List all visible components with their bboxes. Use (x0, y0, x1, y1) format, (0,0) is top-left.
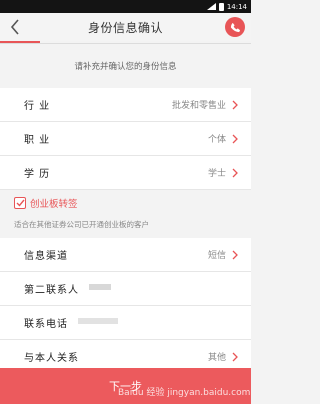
education-label: 学 历 (24, 169, 51, 180)
industry-value: 批发和零售业 (171, 101, 226, 111)
gem-transfer-option[interactable]: 创业板转签 (0, 190, 251, 216)
chevron-right-icon (232, 100, 238, 109)
occupation-label: 职 业 (24, 135, 51, 146)
contact-phone-row[interactable]: 联系电话 (0, 306, 251, 340)
education-value: 学士 (207, 169, 226, 179)
info-channel-label: 信息渠道 (24, 251, 68, 262)
relationship-value: 其他 (207, 353, 226, 363)
gem-transfer-note: 适合在其他证券公司已开通创业板的客户 (14, 220, 149, 229)
contact-phone-field[interactable] (78, 317, 239, 328)
page-title: 身份信息确认 (87, 20, 163, 35)
occupation-value: 个体 (207, 135, 226, 145)
status-bar: 14:14 (0, 0, 251, 13)
back-button[interactable] (6, 16, 24, 38)
status-time: 14:14 (226, 2, 247, 11)
phone-button[interactable] (225, 17, 245, 37)
screen: 14:14 身份信息确认 请补充并确认您的身份信息 行 业 批发和零售业 职 业… (0, 0, 251, 404)
phone-icon (230, 22, 240, 32)
redacted-value (89, 284, 111, 290)
battery-icon (218, 2, 224, 11)
occupation-row[interactable]: 职 业 个体 (0, 122, 251, 156)
signal-icon (206, 3, 216, 10)
contact-phone-label: 联系电话 (24, 319, 68, 330)
second-contact-row[interactable]: 第二联系人 (0, 272, 251, 306)
header: 身份信息确认 (0, 13, 251, 41)
chevron-right-icon (232, 134, 238, 143)
info-channel-row[interactable]: 信息渠道 短信 (0, 238, 251, 272)
gem-transfer-checkbox[interactable] (14, 197, 26, 209)
chevron-right-icon (232, 168, 238, 177)
relationship-label: 与本人关系 (24, 353, 79, 364)
industry-label: 行 业 (24, 101, 51, 112)
chevron-right-icon (232, 250, 238, 259)
second-contact-label: 第二联系人 (24, 285, 79, 296)
chevron-right-icon (232, 352, 238, 361)
watermark: Baidu 经验 jingyan.baidu.com (118, 388, 251, 398)
education-row[interactable]: 学 历 学士 (0, 156, 251, 190)
chevron-left-icon (10, 19, 19, 35)
info-channel-value: 短信 (207, 251, 226, 261)
redacted-value (78, 318, 118, 324)
hint-text: 请补充并确认您的身份信息 (74, 62, 177, 72)
second-contact-field[interactable] (89, 283, 239, 294)
check-icon (16, 199, 25, 207)
industry-row[interactable]: 行 业 批发和零售业 (0, 88, 251, 122)
gem-transfer-label: 创业板转签 (30, 199, 78, 210)
